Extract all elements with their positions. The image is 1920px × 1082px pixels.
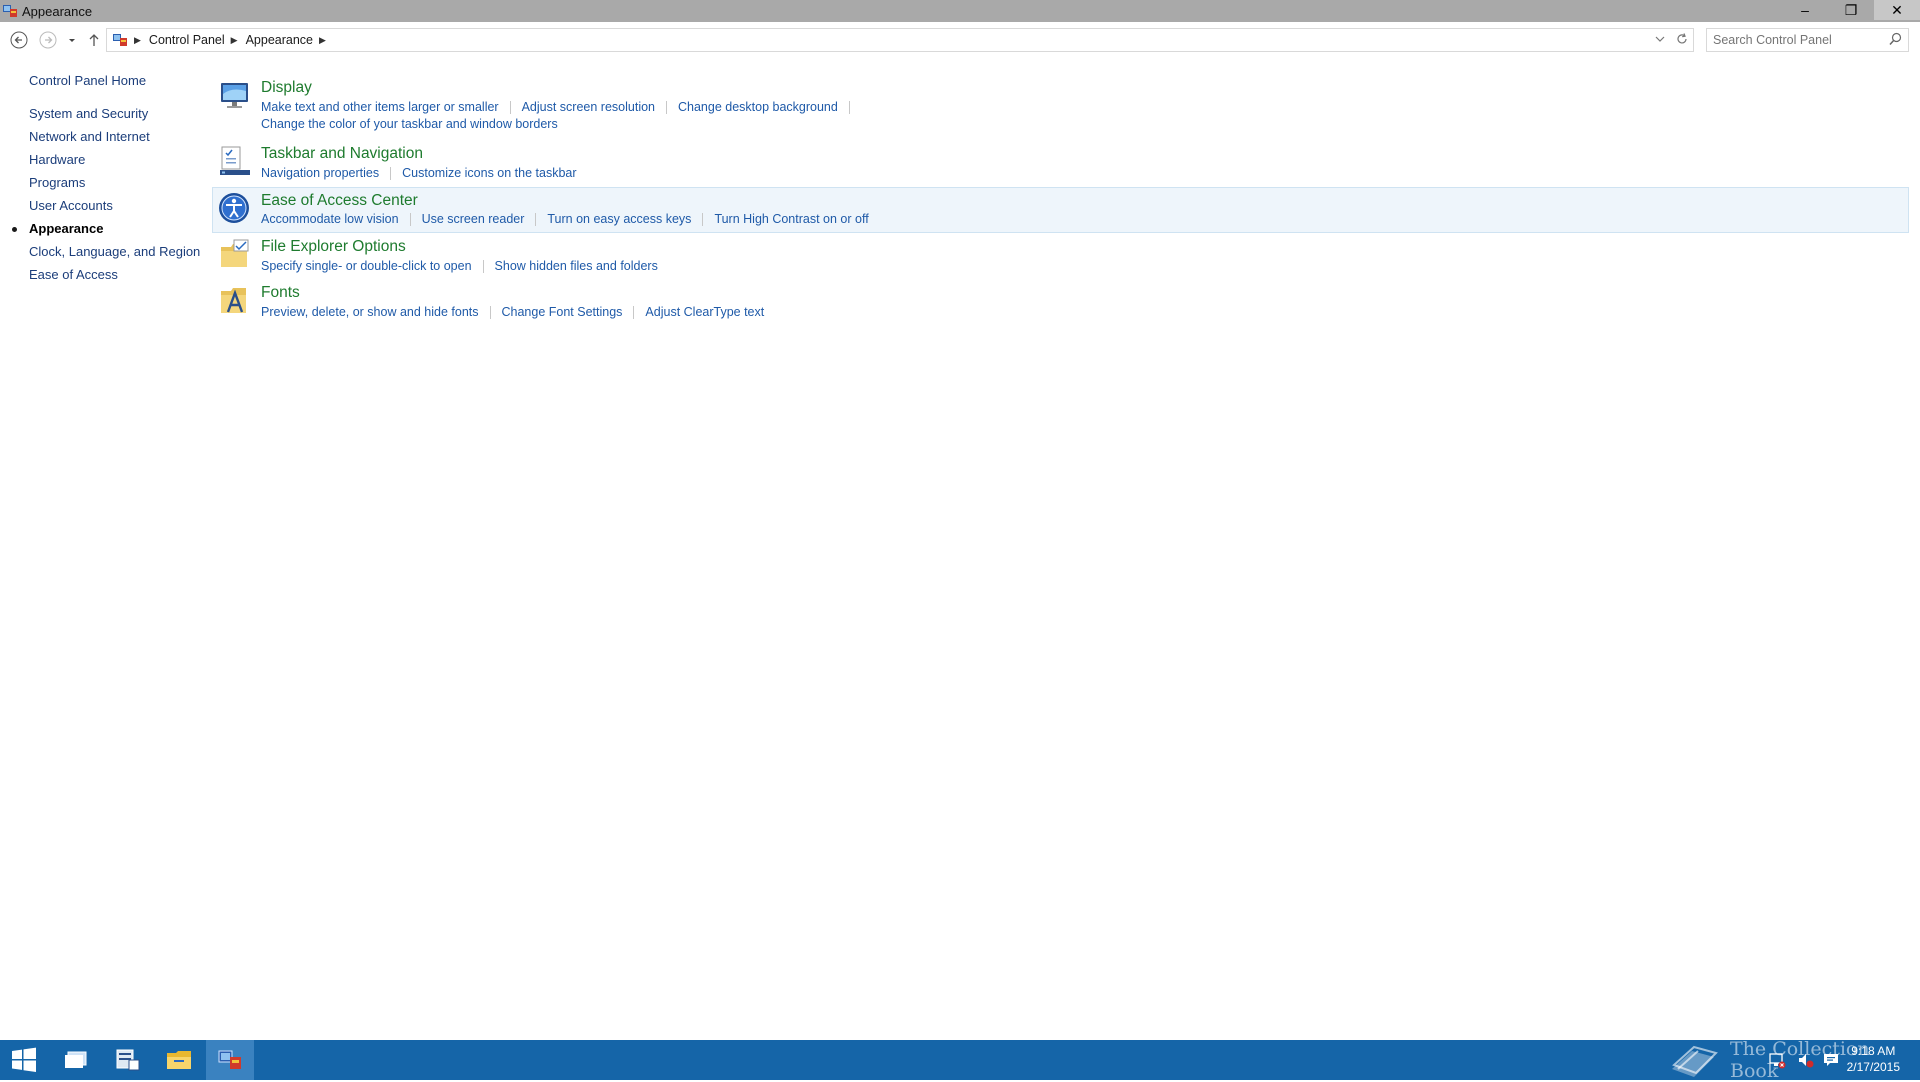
taskbar: [0, 1040, 1920, 1080]
show-hidden-files-link[interactable]: Show hidden files and folders: [495, 259, 658, 273]
control-panel-icon: [112, 33, 128, 47]
control-panel-taskbar-icon[interactable]: [206, 1040, 254, 1080]
sidebar-item-network-and-internet[interactable]: Network and Internet: [29, 129, 150, 144]
sidebar-item-appearance[interactable]: Appearance: [29, 221, 103, 236]
forward-arrow-icon[interactable]: [38, 30, 58, 50]
up-arrow-icon[interactable]: [84, 30, 104, 50]
start-button[interactable]: [0, 1040, 48, 1080]
back-arrow-icon[interactable]: [9, 30, 29, 50]
turn-on-easy-access-keys-link[interactable]: Turn on easy access keys: [547, 212, 691, 226]
link-divider: [666, 100, 667, 114]
chevron-down-icon[interactable]: [62, 30, 82, 50]
group-display: Display Make text and other items larger…: [214, 74, 1910, 134]
link-divider: [702, 212, 704, 226]
control-panel-icon: [2, 4, 18, 18]
refresh-icon[interactable]: [1675, 32, 1689, 49]
server-manager-icon[interactable]: [104, 1040, 152, 1080]
close-button[interactable]: ✕: [1874, 0, 1920, 20]
single-double-click-link[interactable]: Specify single- or double-click to open: [261, 259, 472, 273]
active-item-bullet: [12, 227, 17, 232]
change-taskbar-color-link[interactable]: Change the color of your taskbar and win…: [261, 117, 558, 131]
group-ease-of-access-center[interactable]: Ease of Access Center Accommodate low vi…: [212, 187, 1909, 233]
use-screen-reader-link[interactable]: Use screen reader: [422, 212, 525, 226]
taskbar-and-navigation-title-link[interactable]: Taskbar and Navigation: [261, 145, 423, 163]
link-divider: [509, 100, 511, 114]
navigation-bar: ▶ Control Panel ▶ Appearance ▶: [0, 26, 1920, 54]
group-file-explorer-options: File Explorer Options Specify single- or…: [214, 233, 1910, 277]
change-desktop-background-link[interactable]: Change desktop background: [678, 100, 838, 114]
file-explorer-options-title-link[interactable]: File Explorer Options: [261, 238, 406, 256]
group-fonts: Fonts Preview, delete, or show and hide …: [214, 279, 1910, 323]
adjust-screen-resolution-link[interactable]: Adjust screen resolution: [522, 100, 655, 114]
search-input[interactable]: [1713, 33, 1883, 47]
fonts-folder-icon[interactable]: [218, 283, 252, 317]
book-icon: [1668, 1039, 1720, 1082]
adjust-cleartype-link[interactable]: Adjust ClearType text: [645, 305, 764, 319]
change-font-settings-link[interactable]: Change Font Settings: [502, 305, 623, 319]
link-divider: [489, 305, 491, 319]
make-text-larger-link[interactable]: Make text and other items larger or smal…: [261, 100, 499, 114]
breadcrumb-separator-icon[interactable]: ▶: [134, 35, 141, 46]
link-divider: [633, 305, 635, 319]
breadcrumb-control-panel[interactable]: Control Panel: [149, 33, 225, 47]
link-divider: [409, 212, 411, 226]
ease-of-access-icon[interactable]: [217, 191, 251, 225]
turn-high-contrast-link[interactable]: Turn High Contrast on or off: [714, 212, 868, 226]
search-icon[interactable]: [1889, 32, 1902, 49]
link-divider: [535, 212, 537, 226]
breadcrumb-separator-icon[interactable]: ▶: [319, 35, 326, 46]
navigation-properties-link[interactable]: Navigation properties: [261, 166, 379, 180]
clock-time: 9:18 AM: [1851, 1044, 1896, 1058]
group-taskbar-and-navigation: Taskbar and Navigation Navigation proper…: [214, 140, 1910, 184]
fonts-title-link[interactable]: Fonts: [261, 284, 300, 302]
folder-options-icon[interactable]: [218, 237, 252, 271]
sidebar-item-hardware[interactable]: Hardware: [29, 152, 85, 167]
sidebar-item-clock-language-and-region[interactable]: Clock, Language, and Region: [29, 244, 200, 259]
clock-date: 2/17/2015: [1846, 1060, 1900, 1074]
title-bar: Appearance – ❐ ✕: [0, 0, 1920, 22]
control-panel-home-link[interactable]: Control Panel Home: [29, 73, 146, 88]
address-bar[interactable]: ▶ Control Panel ▶ Appearance ▶: [106, 28, 1694, 52]
sidebar-item-system-and-security[interactable]: System and Security: [29, 106, 148, 121]
search-box[interactable]: [1706, 28, 1909, 52]
address-dropdown-icon[interactable]: [1655, 32, 1665, 49]
system-clock[interactable]: 9:18 AM 2/17/2015: [1847, 1043, 1900, 1075]
display-monitor-icon[interactable]: [218, 78, 252, 112]
link-divider: [390, 166, 392, 180]
breadcrumb-appearance[interactable]: Appearance: [246, 33, 313, 47]
minimize-button[interactable]: –: [1782, 0, 1828, 20]
restore-button[interactable]: ❐: [1828, 0, 1874, 20]
breadcrumb-separator-icon[interactable]: ▶: [231, 35, 238, 46]
sidebar-item-programs[interactable]: Programs: [29, 175, 85, 190]
display-title-link[interactable]: Display: [261, 79, 312, 97]
preview-delete-fonts-link[interactable]: Preview, delete, or show and hide fonts: [261, 305, 479, 319]
accommodate-low-vision-link[interactable]: Accommodate low vision: [261, 212, 399, 226]
window-title: Appearance: [22, 3, 93, 19]
task-view-icon[interactable]: [52, 1040, 100, 1080]
sidebar-item-ease-of-access[interactable]: Ease of Access: [29, 267, 118, 282]
customize-taskbar-icons-link[interactable]: Customize icons on the taskbar: [402, 166, 576, 180]
link-divider: [482, 259, 484, 273]
ease-of-access-center-title-link[interactable]: Ease of Access Center: [261, 192, 418, 210]
file-explorer-icon[interactable]: [155, 1040, 203, 1080]
sidebar-item-user-accounts[interactable]: User Accounts: [29, 198, 113, 213]
taskbar-icon[interactable]: [218, 144, 252, 178]
link-divider: [848, 100, 850, 114]
